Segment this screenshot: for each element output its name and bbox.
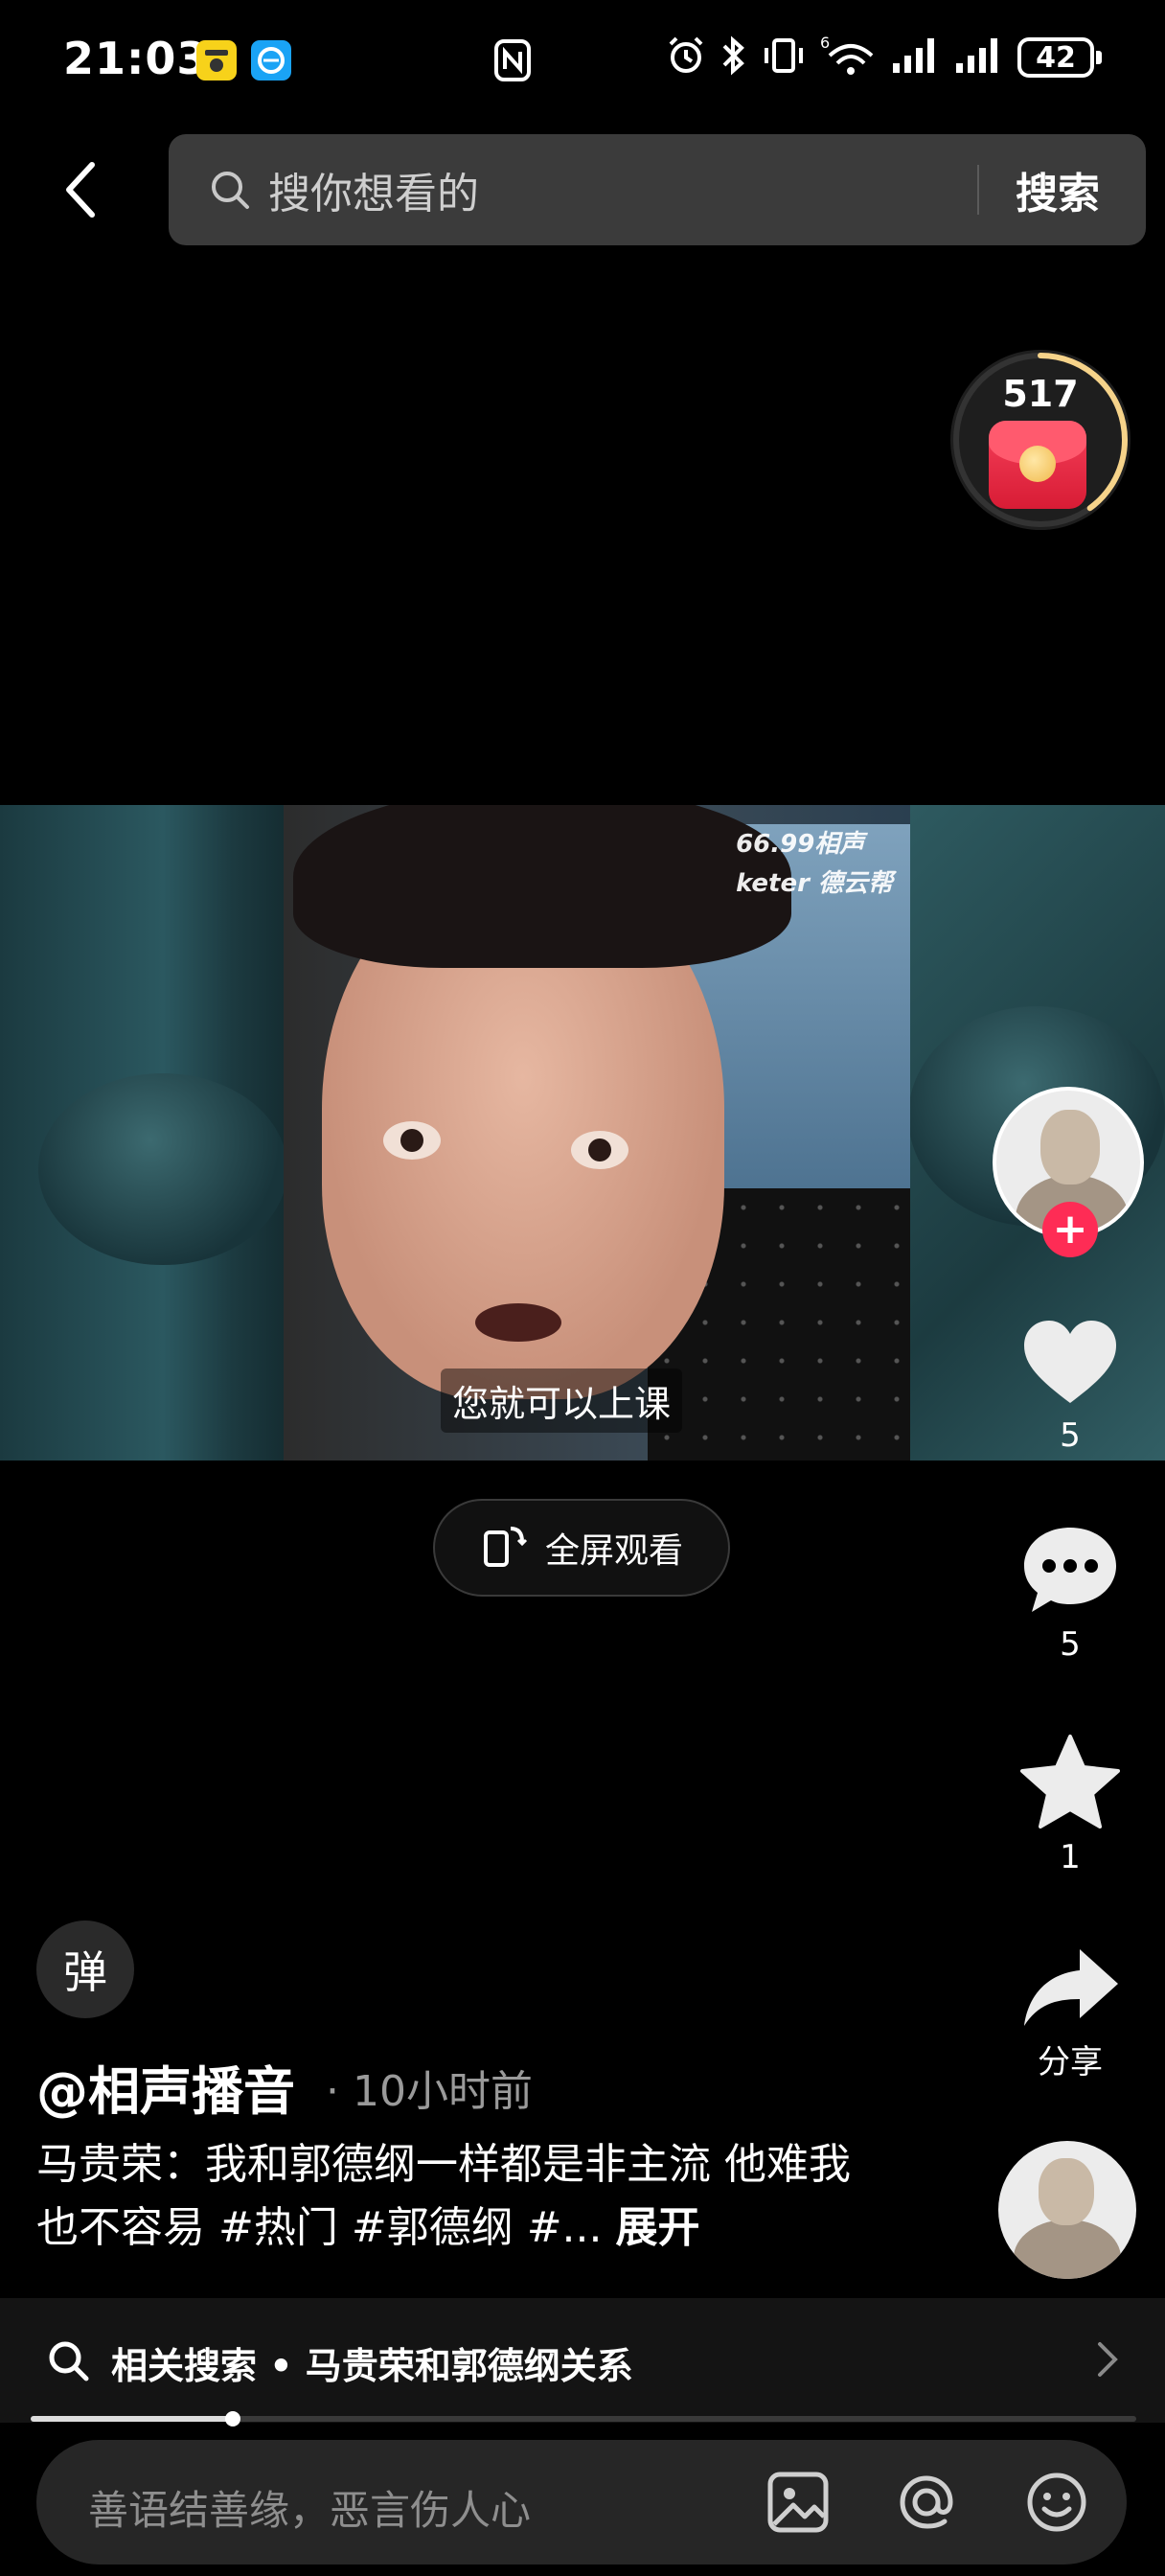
video-mouth — [475, 1303, 561, 1342]
search-divider — [977, 165, 979, 215]
comment-count: 5 — [1060, 1625, 1081, 1664]
music-disc[interactable] — [998, 2141, 1136, 2279]
back-icon — [66, 162, 95, 218]
expand-link[interactable]: 展开 — [616, 2203, 700, 2252]
search-bar[interactable]: 搜你想看的 搜索 — [169, 134, 1146, 245]
chevron-right-icon — [1094, 2338, 1121, 2384]
search-input[interactable]: 搜你想看的 — [268, 159, 479, 220]
follow-button[interactable]: + — [1042, 1202, 1098, 1257]
svg-text:6: 6 — [820, 34, 830, 52]
video-progress-bar[interactable] — [31, 2411, 1136, 2426]
avatar-face — [1040, 1110, 1100, 1184]
watermark-line-2: keter 德云帮 — [736, 869, 893, 898]
favorite-count: 1 — [1060, 1838, 1081, 1876]
fullscreen-button[interactable]: 全屏观看 — [433, 1499, 730, 1597]
comment-bar[interactable]: 善语结善缘，恶言伤人心 — [36, 2440, 1127, 2564]
video-subtitle: 您就可以上课 — [441, 1368, 683, 1433]
music-disc-body — [1014, 2220, 1121, 2279]
image-icon[interactable] — [765, 2469, 832, 2540]
video-watermark: 66.99相声 keter 德云帮 — [736, 824, 893, 899]
star-icon — [1020, 1735, 1120, 1828]
app-browser-icon — [251, 40, 291, 80]
video-progress-knob[interactable] — [225, 2411, 241, 2426]
video-hair — [293, 805, 791, 968]
bluetooth-icon — [720, 34, 747, 80]
app-notification-icon — [196, 40, 237, 80]
red-packet-widget[interactable]: 517 — [950, 350, 1131, 530]
related-search-text: 相关搜索 • 马贵荣和郭德纲关系 — [111, 2345, 633, 2387]
heart-icon — [1024, 1321, 1116, 1403]
comment-input[interactable]: 善语结善缘，恶言伤人心 — [88, 2478, 531, 2537]
share-label: 分享 — [1038, 2043, 1103, 2082]
share-button[interactable]: 分享 — [1012, 1944, 1129, 2082]
status-time: 21:03 — [63, 33, 209, 84]
related-search-bar[interactable]: 相关搜索 • 马贵荣和郭德纲关系 — [0, 2298, 1165, 2423]
signal-icon-1 — [891, 36, 941, 79]
battery-indicator: 42 — [1017, 37, 1102, 78]
alarm-icon — [665, 34, 707, 80]
video-player[interactable]: 66.99相声 keter 德云帮 — [0, 805, 1165, 1460]
coin-icon — [1019, 446, 1056, 482]
video-progress-fill — [31, 2416, 234, 2422]
danmaku-toggle[interactable]: 弹 — [36, 1920, 134, 2018]
search-icon — [46, 2338, 90, 2386]
like-count: 5 — [1060, 1416, 1081, 1455]
video-eye-right — [571, 1131, 628, 1169]
status-bar: 21:03 6 42 — [0, 0, 1165, 115]
background-pumpkin-left — [38, 1073, 287, 1265]
back-button[interactable] — [54, 153, 107, 226]
description-text: 马贵荣：我和郭德纲一样都是非主流 他难我也不容易 #热门 #郭德纲 #... — [36, 2140, 851, 2252]
fullscreen-icon — [480, 1521, 530, 1575]
fullscreen-label: 全屏观看 — [544, 1531, 683, 1571]
red-packet-count: 517 — [1002, 373, 1079, 415]
author-name[interactable]: @相声播音 — [36, 2049, 295, 2125]
at-icon[interactable] — [893, 2469, 960, 2540]
search-button[interactable]: 搜索 — [1016, 159, 1100, 220]
like-button[interactable]: 5 — [1012, 1317, 1129, 1455]
share-icon — [1024, 1949, 1118, 2026]
emoji-icon[interactable] — [1023, 2469, 1090, 2540]
video-eye-left — [383, 1121, 441, 1160]
vibrate-icon — [761, 34, 807, 80]
signal-icon-2 — [954, 36, 1004, 79]
post-time: · 10小时前 — [326, 2067, 533, 2116]
favorite-button[interactable]: 1 — [1012, 1733, 1129, 1876]
music-disc-face — [1039, 2158, 1094, 2225]
watermark-line-1: 66.99相声 — [736, 830, 865, 859]
wifi-icon: 6 — [820, 34, 878, 80]
comment-button[interactable]: 5 — [1012, 1524, 1129, 1664]
comment-icon — [1024, 1528, 1116, 1612]
search-icon — [209, 169, 251, 215]
nfc-icon — [493, 38, 532, 86]
video-frame: 66.99相声 keter 德云帮 — [284, 805, 910, 1460]
post-description: 马贵荣：我和郭德纲一样都是非主流 他难我也不容易 #热门 #郭德纲 #... 展… — [36, 2133, 879, 2260]
